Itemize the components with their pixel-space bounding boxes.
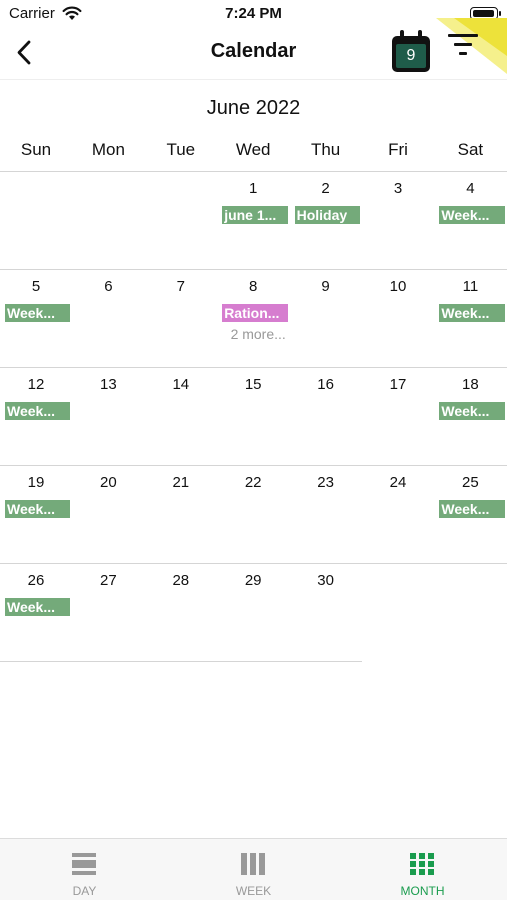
day-cell[interactable]: 10 xyxy=(362,278,434,295)
day-cell[interactable]: 28 xyxy=(145,572,217,589)
tab-day-label: DAY xyxy=(72,884,97,898)
day-cell[interactable]: 16 xyxy=(290,376,362,393)
battery-cap xyxy=(499,11,501,16)
tab-month-label: MONTH xyxy=(400,884,445,898)
event-chip[interactable]: june 1... xyxy=(222,206,288,224)
event-chip[interactable]: Week... xyxy=(5,402,71,420)
week-view-icon xyxy=(241,853,265,875)
more-events-link[interactable]: 2 more... xyxy=(222,326,294,342)
month-label: June 2022 xyxy=(206,97,301,119)
month-view-icon xyxy=(410,853,434,875)
weekday-sun: Sun xyxy=(20,140,52,159)
event-chip[interactable]: Holiday xyxy=(294,206,360,224)
event-chip[interactable]: Week... xyxy=(439,304,505,322)
day-cell[interactable]: 18 xyxy=(434,376,506,393)
day-cell[interactable]: 1 xyxy=(217,180,289,197)
event-chip[interactable]: Week... xyxy=(5,304,71,322)
day-cell[interactable]: 8 xyxy=(217,278,289,295)
day-cell[interactable]: 7 xyxy=(145,278,217,295)
tab-bar: DAY WEEK MONTH xyxy=(0,838,507,900)
event-chip[interactable]: Week... xyxy=(5,500,71,518)
day-cell[interactable]: 27 xyxy=(72,572,144,589)
weekday-mon: Mon xyxy=(91,140,125,159)
day-cell[interactable]: 3 xyxy=(362,180,434,197)
weekday-tue: Tue xyxy=(166,140,196,159)
day-cell[interactable]: 20 xyxy=(72,474,144,491)
day-cell[interactable]: 13 xyxy=(72,376,144,393)
day-cell[interactable]: 2 xyxy=(290,180,362,197)
day-cell[interactable]: 22 xyxy=(217,474,289,491)
day-cell[interactable]: 15 xyxy=(217,376,289,393)
row-divider xyxy=(0,661,362,662)
weekday-header: Sun Mon Tue Wed Thu Fri Sat xyxy=(0,140,507,162)
weekday-sat: Sat xyxy=(457,140,484,159)
calendar-ring-right xyxy=(418,30,422,40)
day-cell[interactable]: 30 xyxy=(290,572,362,589)
event-chip[interactable]: Week... xyxy=(439,206,505,224)
day-view-icon xyxy=(72,853,96,875)
tab-month[interactable]: MONTH xyxy=(338,839,507,900)
row-divider xyxy=(0,367,507,368)
day-cell[interactable]: 5 xyxy=(0,278,72,295)
day-cell[interactable]: 21 xyxy=(145,474,217,491)
calendar-ring-left xyxy=(400,30,404,40)
day-cell[interactable]: 11 xyxy=(434,278,506,295)
day-cell[interactable]: 17 xyxy=(362,376,434,393)
event-chip[interactable]: Week... xyxy=(439,402,505,420)
today-day-number: 9 xyxy=(396,44,426,68)
day-cell[interactable]: 29 xyxy=(217,572,289,589)
day-cell[interactable]: 23 xyxy=(290,474,362,491)
event-chip[interactable]: Week... xyxy=(5,598,71,616)
weekday-fri: Fri xyxy=(388,140,408,159)
tab-week[interactable]: WEEK xyxy=(169,839,338,900)
day-cell[interactable]: 14 xyxy=(145,376,217,393)
row-divider xyxy=(0,563,507,564)
day-cell[interactable]: 6 xyxy=(72,278,144,295)
row-divider xyxy=(0,269,507,270)
weekday-wed: Wed xyxy=(235,140,271,159)
day-cell[interactable]: 4 xyxy=(434,180,506,197)
row-divider xyxy=(0,465,507,466)
day-cell[interactable]: 25 xyxy=(434,474,506,491)
event-chip[interactable]: Week... xyxy=(439,500,505,518)
tab-week-label: WEEK xyxy=(235,884,272,898)
day-cell[interactable]: 9 xyxy=(290,278,362,295)
filter-icon[interactable] xyxy=(448,32,480,58)
day-cell[interactable]: 19 xyxy=(0,474,72,491)
day-cell[interactable]: 26 xyxy=(0,572,72,589)
tab-day[interactable]: DAY xyxy=(0,839,169,900)
row-divider xyxy=(0,171,507,172)
day-cell[interactable]: 24 xyxy=(362,474,434,491)
day-cell[interactable]: 12 xyxy=(0,376,72,393)
weekday-thu: Thu xyxy=(310,140,341,159)
event-chip[interactable]: Ration... xyxy=(222,304,288,322)
